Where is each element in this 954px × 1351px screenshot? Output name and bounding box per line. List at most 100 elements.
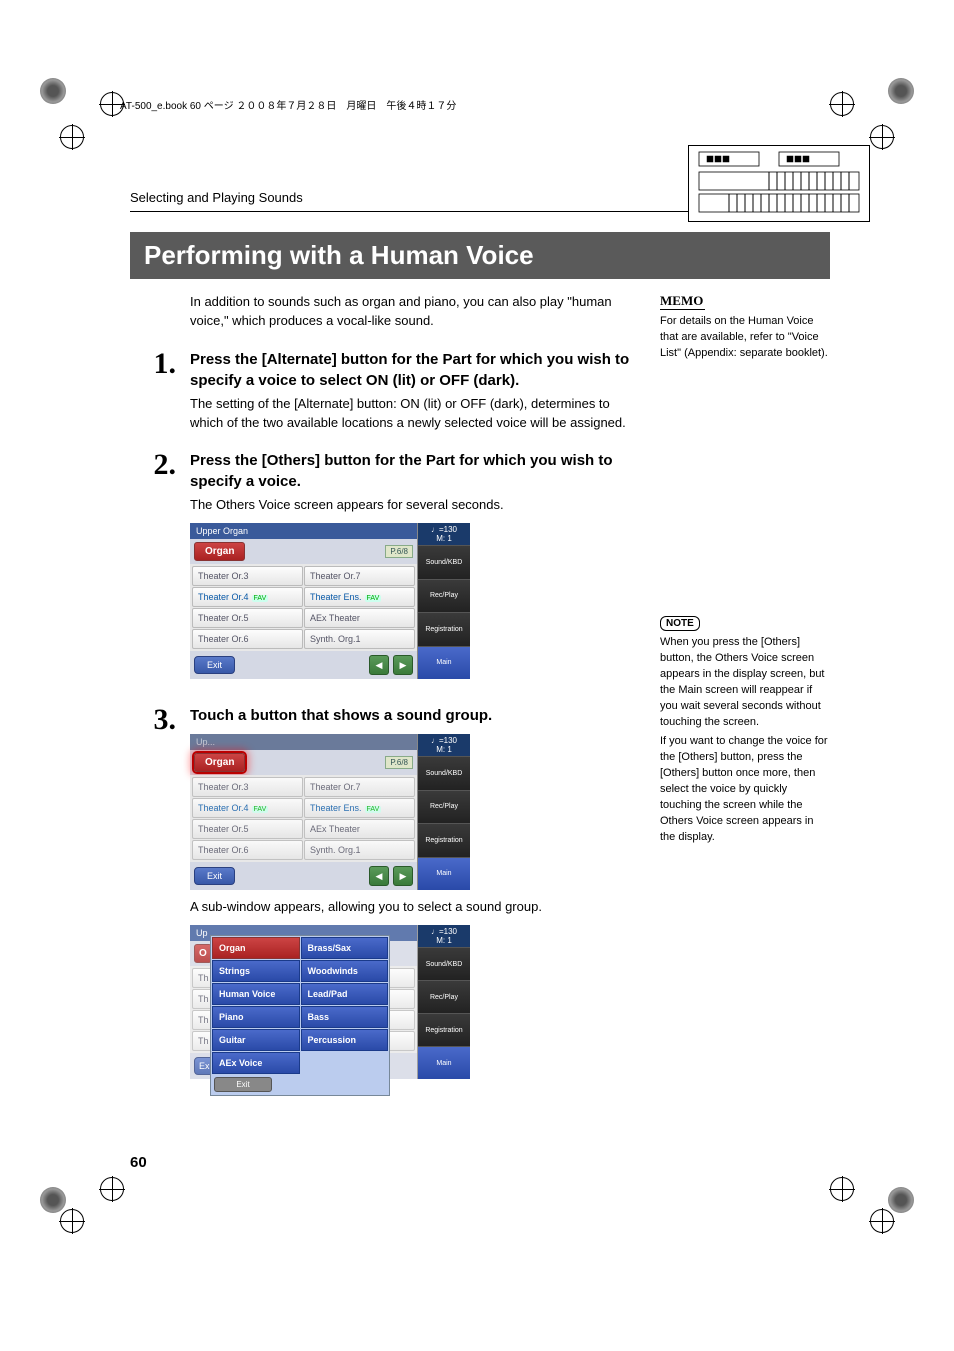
step-title: Touch a button that shows a sound group. xyxy=(190,705,630,726)
voice-group-tab[interactable]: Organ xyxy=(194,753,245,772)
corner-mark xyxy=(40,78,66,104)
rec-play-button[interactable]: Rec/Play xyxy=(418,579,470,613)
rec-play-button[interactable]: Rec/Play xyxy=(418,790,470,824)
sound-kbd-button[interactable]: Sound/KBD xyxy=(418,545,470,579)
group-aex-voice[interactable]: AEx Voice xyxy=(212,1052,300,1074)
registration-mark xyxy=(830,92,854,116)
tempo-display: ♩=130 M: 1 xyxy=(418,925,470,947)
group-human-voice[interactable]: Human Voice xyxy=(212,983,300,1005)
main-button[interactable]: Main xyxy=(418,646,470,680)
page-title: Performing with a Human Voice xyxy=(130,232,830,279)
others-voice-screen-highlighted: Up... Organ P.6/8 Theater Or.3 Theater O… xyxy=(190,734,470,890)
main-button[interactable]: Main xyxy=(418,857,470,891)
next-page-button[interactable]: ▶ xyxy=(393,866,413,886)
group-strings[interactable]: Strings xyxy=(212,960,300,982)
tempo-display: ♩=130 M: 1 xyxy=(418,523,470,545)
note-text: If you want to change the voice for the … xyxy=(660,734,830,846)
step-number: 1. xyxy=(130,349,176,433)
registration-mark xyxy=(60,125,84,149)
group-guitar[interactable]: Guitar xyxy=(212,1029,300,1051)
step-3: 3. Touch a button that shows a sound gro… xyxy=(130,705,630,1087)
group-woodwinds[interactable]: Woodwinds xyxy=(301,960,389,982)
screen-header: Upper Organ xyxy=(190,523,417,539)
screen-header: Up... xyxy=(190,734,417,750)
step-number: 3. xyxy=(130,705,176,1087)
memo-block: MEMO For details on the Human Voice that… xyxy=(660,293,830,362)
voice-cell[interactable]: Synth. Org.1 xyxy=(304,840,415,860)
tempo-display: ♩=130 M: 1 xyxy=(418,734,470,756)
book-meta: AT-500_e.book 60 ページ ２００８年７月２８日 月曜日 午後４時… xyxy=(120,97,456,112)
voice-cell[interactable]: AEx Theater xyxy=(304,819,415,839)
voice-cell[interactable]: Theater Or.5 xyxy=(192,819,303,839)
prev-page-button[interactable]: ◀ xyxy=(369,655,389,675)
step-2: 2. Press the [Others] button for the Par… xyxy=(130,450,630,687)
group-piano[interactable]: Piano xyxy=(212,1006,300,1028)
registration-mark xyxy=(870,1209,894,1233)
sound-group-popup-screen: Up O Th Th Th Th Ex ♩ xyxy=(190,925,470,1079)
registration-mark xyxy=(830,1177,854,1201)
fav-badge: FAV xyxy=(252,806,269,813)
voice-cell[interactable]: Theater Or.7 xyxy=(304,777,415,797)
voice-cell[interactable]: Theater Or.5 xyxy=(192,608,303,628)
note-label: NOTE xyxy=(660,616,700,631)
corner-mark xyxy=(888,1187,914,1213)
corner-mark xyxy=(888,78,914,104)
voice-cell[interactable]: Theater Or.3 xyxy=(192,566,303,586)
device-thumbnail xyxy=(688,145,870,222)
voice-cell[interactable]: Theater Ens.FAV xyxy=(304,798,415,818)
registration-mark xyxy=(870,125,894,149)
registration-button[interactable]: Registration xyxy=(418,823,470,857)
others-voice-screen: Upper Organ Organ P.6/8 Theater Or.3 The… xyxy=(190,523,470,679)
registration-mark xyxy=(100,1177,124,1201)
step-title: Press the [Others] button for the Part f… xyxy=(190,450,630,492)
group-bass[interactable]: Bass xyxy=(301,1006,389,1028)
registration-button[interactable]: Registration xyxy=(418,612,470,646)
voice-cell[interactable]: Theater Or.7 xyxy=(304,566,415,586)
exit-button[interactable]: Exit xyxy=(194,656,235,674)
voice-cell[interactable]: Theater Or.6 xyxy=(192,840,303,860)
step-text: The setting of the [Alternate] button: O… xyxy=(190,395,630,433)
step-title: Press the [Alternate] button for the Par… xyxy=(190,349,630,391)
fav-badge: FAV xyxy=(365,595,382,602)
voice-cell[interactable]: Synth. Org.1 xyxy=(304,629,415,649)
group-percussion[interactable]: Percussion xyxy=(301,1029,389,1051)
memo-label: MEMO xyxy=(660,293,705,310)
voice-cell[interactable]: Theater Ens.FAV xyxy=(304,587,415,607)
registration-button[interactable]: Registration xyxy=(418,1013,470,1046)
group-lead-pad[interactable]: Lead/Pad xyxy=(301,983,389,1005)
intro-text: In addition to sounds such as organ and … xyxy=(190,293,630,331)
registration-mark xyxy=(60,1209,84,1233)
voice-cell[interactable]: AEx Theater xyxy=(304,608,415,628)
page-number: 60 xyxy=(130,1154,147,1171)
sidebar-column: MEMO For details on the Human Voice that… xyxy=(660,293,830,1105)
step-1: 1. Press the [Alternate] button for the … xyxy=(130,349,630,433)
popup-exit-button[interactable]: Exit xyxy=(214,1077,272,1092)
sound-kbd-button[interactable]: Sound/KBD xyxy=(418,947,470,980)
rec-play-button[interactable]: Rec/Play xyxy=(418,980,470,1013)
memo-text: For details on the Human Voice that are … xyxy=(660,314,830,362)
page-content: Selecting and Playing Sounds Performing … xyxy=(130,150,830,1105)
next-page-button[interactable]: ▶ xyxy=(393,655,413,675)
sound-kbd-button[interactable]: Sound/KBD xyxy=(418,756,470,790)
main-button[interactable]: Main xyxy=(418,1046,470,1079)
note-block: NOTE When you press the [Others] button,… xyxy=(660,616,830,846)
voice-cell[interactable]: Theater Or.4FAV xyxy=(192,587,303,607)
fav-badge: FAV xyxy=(252,595,269,602)
sound-group-popup: Organ Brass/Sax Strings Woodwinds Human … xyxy=(210,935,390,1096)
step-text: A sub-window appears, allowing you to se… xyxy=(190,898,630,917)
prev-page-button[interactable]: ◀ xyxy=(369,866,389,886)
step-text: The Others Voice screen appears for seve… xyxy=(190,496,630,515)
note-text: When you press the [Others] button, the … xyxy=(660,635,830,731)
voice-cell[interactable]: Theater Or.3 xyxy=(192,777,303,797)
exit-button[interactable]: Exit xyxy=(194,867,235,885)
group-organ[interactable]: Organ xyxy=(212,937,300,959)
voice-group-tab[interactable]: Organ xyxy=(194,542,245,561)
voice-cell[interactable]: Theater Or.6 xyxy=(192,629,303,649)
corner-mark xyxy=(40,1187,66,1213)
page-indicator: P.6/8 xyxy=(385,545,413,558)
main-column: In addition to sounds such as organ and … xyxy=(130,293,630,1105)
group-brass-sax[interactable]: Brass/Sax xyxy=(301,937,389,959)
voice-cell[interactable]: Theater Or.4FAV xyxy=(192,798,303,818)
page-indicator: P.6/8 xyxy=(385,756,413,769)
fav-badge: FAV xyxy=(365,806,382,813)
